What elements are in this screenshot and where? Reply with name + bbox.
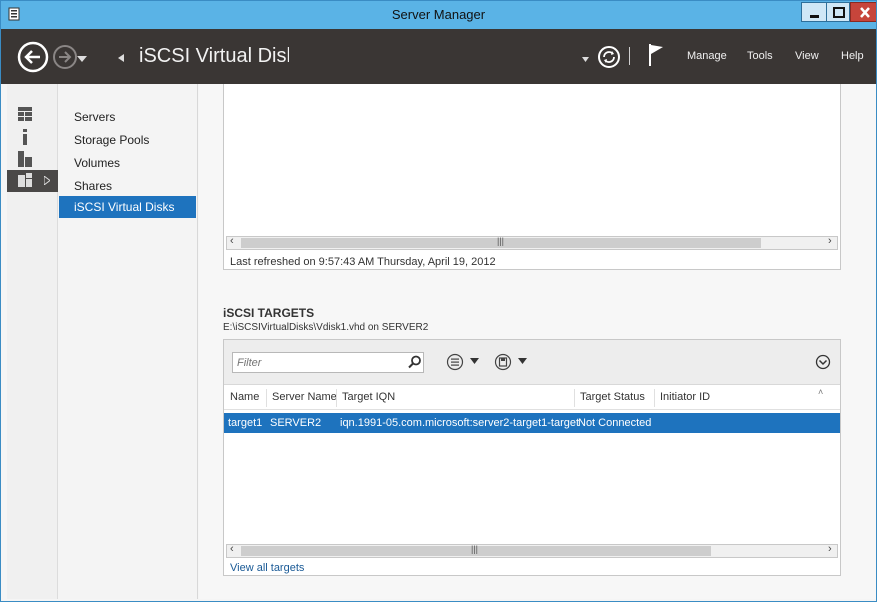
nav-item-servers[interactable]: Servers (59, 106, 196, 128)
expand-collapse-icon[interactable] (815, 354, 831, 370)
column-initiator-id[interactable]: Initiator ID (660, 391, 710, 403)
column-divider[interactable] (336, 389, 337, 407)
column-target-iqn[interactable]: Target IQN (342, 391, 395, 403)
column-target-status[interactable]: Target Status (580, 391, 645, 403)
search-icon[interactable] (408, 355, 422, 369)
nav-item-iscsi-virtual-disks[interactable]: iSCSI Virtual Disks (59, 196, 196, 218)
cell-server-name: SERVER2 (270, 417, 322, 429)
column-name[interactable]: Name (230, 391, 259, 403)
scroll-grip-icon: ||| (471, 544, 479, 554)
page-title: iSCSI Virtual Disks (139, 45, 289, 67)
column-divider[interactable] (654, 389, 655, 407)
nav-item-storage-pools[interactable]: Storage Pools (59, 129, 196, 151)
breadcrumb-dropdown-icon[interactable] (582, 53, 589, 65)
iscsi-targets-panel: Name Server Name Target IQN Target Statu… (223, 339, 841, 576)
left-icon-bar (7, 84, 58, 599)
header-bar: iSCSI Virtual Disks Manage Tools View He… (1, 29, 876, 84)
leftbar-dashboard[interactable] (7, 104, 58, 126)
iscsi-disks-panel: ‹ ||| › Last refreshed on 9:57:43 AM Thu… (223, 84, 841, 270)
scroll-left-icon[interactable]: ‹ (230, 543, 234, 555)
list-options-icon[interactable] (446, 353, 464, 371)
column-divider[interactable] (574, 389, 575, 407)
nav-item-shares[interactable]: Shares (59, 175, 196, 197)
menu-help[interactable]: Help (841, 50, 864, 62)
close-button[interactable] (850, 2, 876, 22)
dashboard-icon (18, 107, 32, 121)
targets-horizontal-scrollbar[interactable]: ‹ ||| › (226, 543, 838, 558)
scroll-grip-icon: ||| (497, 236, 505, 246)
minimize-button[interactable] (801, 2, 827, 22)
save-query-icon[interactable] (494, 353, 512, 371)
breadcrumb-arrow-icon (118, 53, 124, 65)
filter-input[interactable] (237, 355, 397, 370)
nav-item-volumes[interactable]: Volumes (59, 152, 196, 174)
column-server-name[interactable]: Server Name (272, 391, 337, 403)
leftbar-all-servers[interactable] (7, 148, 58, 170)
iscsi-targets-title: iSCSI TARGETS (223, 306, 315, 320)
save-query-dropdown-icon[interactable] (518, 358, 527, 364)
table-row[interactable]: target1 SERVER2 iqn.1991-05.com.microsof… (224, 413, 840, 433)
forward-arrow-icon[interactable] (52, 44, 78, 70)
scroll-right-icon[interactable]: › (828, 543, 832, 555)
expand-arrow-icon (44, 176, 50, 185)
targets-toolbar (224, 340, 840, 385)
header-separator (629, 47, 630, 65)
notifications-flag-icon[interactable] (647, 43, 665, 67)
file-storage-icon (18, 173, 32, 187)
sort-indicator-icon: ˄ (818, 387, 824, 397)
menu-manage[interactable]: Manage (687, 50, 727, 62)
maximize-button[interactable] (826, 2, 850, 22)
back-arrow-icon[interactable] (17, 41, 49, 73)
menu-view[interactable]: View (795, 50, 819, 62)
leftbar-local-server[interactable] (7, 126, 58, 148)
refresh-icon[interactable] (597, 45, 621, 69)
all-servers-icon (18, 151, 32, 167)
cell-target-status: Not Connected (578, 417, 652, 429)
iscsi-targets-subtitle: E:\iSCSIVirtualDisks\Vdisk1.vhd on SERVE… (223, 322, 429, 333)
main-content: ‹ ||| › Last refreshed on 9:57:43 AM Thu… (199, 84, 876, 599)
view-all-targets-link[interactable]: View all targets (230, 562, 304, 574)
scroll-left-icon[interactable]: ‹ (230, 235, 234, 247)
table-header: Name Server Name Target IQN Target Statu… (224, 385, 840, 410)
filter-box[interactable] (232, 352, 424, 373)
last-refreshed-text: Last refreshed on 9:57:43 AM Thursday, A… (230, 256, 496, 268)
scroll-right-icon[interactable]: › (828, 235, 832, 247)
navigation-panel: Servers Storage Pools Volumes Shares iSC… (58, 84, 198, 599)
title-bar: Server Manager (1, 1, 876, 29)
cell-target-iqn: iqn.1991-05.com.microsoft:server2-target… (340, 417, 580, 429)
disks-horizontal-scrollbar[interactable]: ‹ ||| › (226, 235, 838, 250)
column-divider[interactable] (266, 389, 267, 407)
cell-name: target1 (228, 417, 263, 429)
local-server-icon (23, 129, 27, 145)
list-options-dropdown-icon[interactable] (470, 358, 479, 364)
server-manager-window: Server Manager iSCSI Virtual Disks (0, 0, 877, 602)
menu-tools[interactable]: Tools (747, 50, 773, 62)
leftbar-file-storage[interactable] (7, 170, 58, 192)
history-dropdown-icon[interactable] (77, 53, 87, 65)
window-title: Server Manager (391, 7, 486, 22)
